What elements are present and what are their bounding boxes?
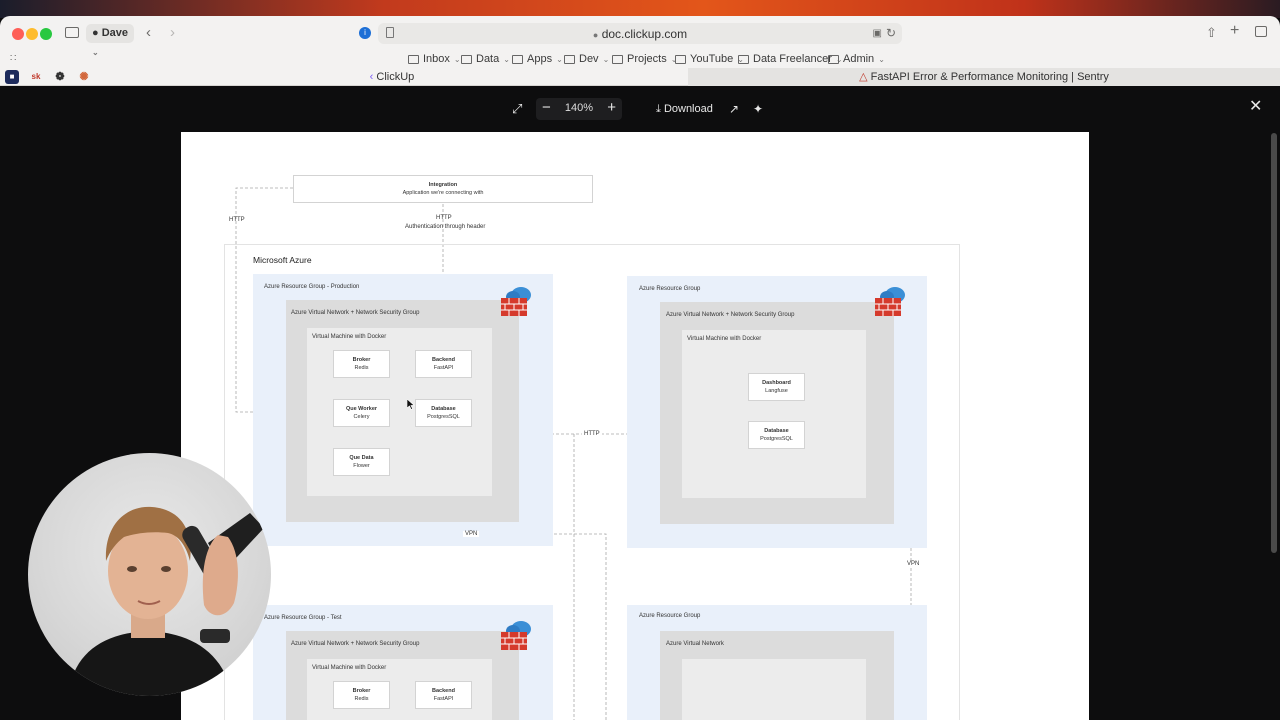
close-window-button[interactable] [12,28,24,40]
folder-icon [612,54,623,64]
worker-node[interactable]: Que Worker Celery [333,399,390,427]
forward-button[interactable]: › [170,25,175,40]
tab-clickup[interactable]: ‹ ClickUp [96,68,688,86]
bookmark-admin[interactable]: Admin ⌄ [828,52,885,66]
profile-switcher[interactable]: ● Dave ⌄ [86,24,134,57]
zoom-control: − 140% + [536,98,622,120]
translate-icon[interactable]: ▣ [873,27,882,41]
vertical-scrollbar[interactable] [1271,133,1277,553]
bookmark-dev[interactable]: Dev ⌄ [564,52,609,66]
firewall-cloud-icon [501,621,531,650]
download-icon: ⤓ [656,103,661,115]
vm-bottom-right [682,659,866,720]
url-text: doc.clickup.com [601,27,688,41]
bookmark-inbox[interactable]: Inbox ⌄ [408,52,461,66]
folder-icon [408,54,419,64]
mouse-cursor-icon [407,399,415,410]
grid-icon[interactable]: ∷ [10,52,16,66]
fit-screen-icon[interactable]: ⤢ [512,100,522,118]
tab-bar: ■ sk ❁ ✺ ‹ ClickUp △ FastAPI Error & Per… [0,68,1280,86]
folder-icon [738,54,749,64]
fullscreen-window-button[interactable] [40,28,52,40]
tab-sentry[interactable]: △ FastAPI Error & Performance Monitoring… [688,68,1280,86]
database-right-node[interactable]: Database PostgresSQL [748,421,805,449]
share-icon[interactable]: ⇧ [1206,26,1217,40]
sidebar-toggle-icon[interactable] [65,27,79,38]
vm-production-title: Virtual Machine with Docker [312,334,387,340]
vm-right-title: Virtual Machine with Docker [687,336,762,342]
integration-node[interactable]: Integration Application we're connecting… [293,175,593,203]
broker-node[interactable]: Broker Redis [333,350,390,378]
backend-test-node[interactable]: Backend FastAPI [415,681,472,709]
back-button[interactable]: ‹ [146,25,151,40]
http-top-label: HTTP [436,215,452,221]
download-button[interactable]: ⤓ Download [656,100,713,118]
bookmark-apps[interactable]: Apps ⌄ [512,52,563,66]
bookmark-data[interactable]: Data ⌄ [461,52,510,66]
vnet-right-title: Azure Virtual Network + Network Security… [666,312,795,318]
auth-note: Authentication through header [405,224,486,230]
folder-icon [512,54,523,64]
open-external-icon[interactable]: ↗ [729,100,739,118]
sentry-logo-icon: △ [859,71,868,83]
profile-name: Dave [101,27,128,39]
rg-right-title: Azure Resource Group [639,286,701,292]
rg-production-title: Azure Resource Group - Production [264,284,360,290]
rg-test-title: Azure Resource Group - Test [264,615,342,621]
bookmark-data-freelancer[interactable]: Data Freelancer ⌄ [738,52,843,66]
firewall-cloud-icon [501,287,531,316]
vpn-bottom-label: VPN [463,531,480,537]
folder-icon [564,54,575,64]
pinned-tab-app[interactable]: ■ [5,70,19,84]
vm-right [682,330,866,498]
diagram-canvas[interactable]: HTTP Integration Application we're conne… [181,132,1089,720]
pinned-tab-claude[interactable]: ✺ [77,70,91,84]
password-extension-icon[interactable]: i [359,27,371,39]
dashboard-node[interactable]: Dashboard Langfuse [748,373,805,401]
vnet-bottom-right-title: Azure Virtual Network [666,641,724,647]
database-node[interactable]: Database PostgresSQL [415,399,472,427]
reload-icon[interactable]: ↻ [886,26,896,40]
firewall-cloud-icon [875,287,905,316]
tab-overview-icon[interactable] [1255,26,1267,37]
vnet-production-title: Azure Virtual Network + Network Security… [291,310,420,316]
quedata-node[interactable]: Que Data Flower [333,448,390,476]
broker-test-node[interactable]: Broker Redis [333,681,390,709]
new-tab-icon[interactable]: + [1230,23,1239,39]
pinned-tab-sk[interactable]: sk [29,70,43,84]
zoom-in-button[interactable]: + [607,99,616,117]
viewer-toolbar: ⤢ − 140% + ⤓ Download ↗ ✦ ✕ [0,86,1280,132]
http-middle-label: HTTP [582,431,602,437]
pinned-tab-openai[interactable]: ❁ [53,70,67,84]
close-icon[interactable]: ✕ [1249,98,1262,116]
backend-node[interactable]: Backend FastAPI [415,350,472,378]
rg-bottom-right-title: Azure Resource Group [639,613,701,619]
folder-icon [828,54,839,64]
webcam-overlay [28,453,271,696]
bookmark-projects[interactable]: Projects ⌄ [612,52,677,66]
vm-test-title: Virtual Machine with Docker [312,665,387,671]
browser-chrome: ● Dave ⌄ ‹ › i ● doc.clickup.com ▣ ↻ ⇧ +… [0,16,1280,86]
lock-icon: ● [592,30,599,40]
minimize-window-button[interactable] [26,28,38,40]
clickup-logo-icon: ‹ [369,71,374,83]
vnet-test-title: Azure Virtual Network + Network Security… [291,641,420,647]
folder-icon [461,54,472,64]
folder-icon [675,54,686,64]
address-bar[interactable]: ● doc.clickup.com ▣ ↻ [378,23,902,44]
presenter-image [68,506,264,696]
http-left-label: HTTP [229,217,245,223]
azure-title: Microsoft Azure [253,255,312,265]
bookmark-youtube[interactable]: YouTube ⌄ [675,52,744,66]
vpn-right-label: VPN [905,561,922,567]
share-icon[interactable]: ✦ [753,100,763,118]
person-icon: ● [92,27,102,39]
